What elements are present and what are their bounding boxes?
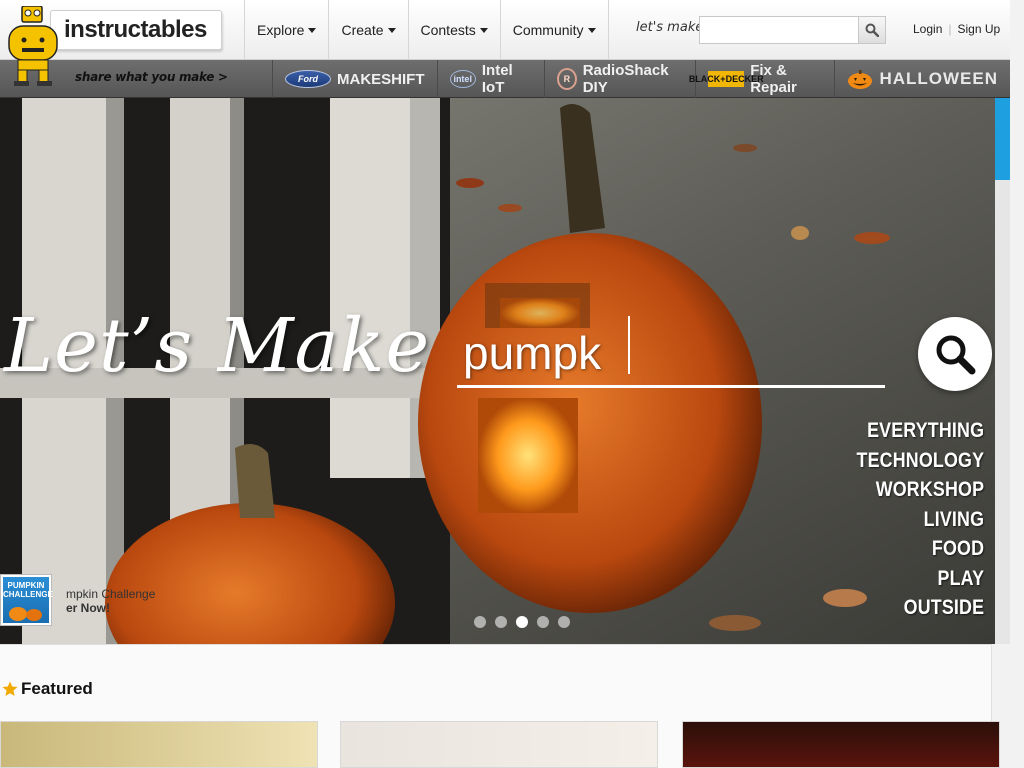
tagline-link[interactable]: share what you make > — [75, 70, 228, 84]
pumpkin-challenge-logo: PUMPKIN CHALLENGE — [3, 577, 53, 623]
channel-halloween[interactable]: HALLOWEEN — [834, 60, 1010, 98]
featured-card[interactable] — [0, 721, 318, 768]
chevron-down-icon — [587, 27, 596, 33]
scrollbar[interactable] — [995, 98, 1010, 644]
scrollbar-thumb[interactable] — [995, 98, 1010, 180]
auth-links: Login | Sign Up — [913, 22, 1000, 36]
channel-label: MAKESHIFT — [337, 70, 425, 88]
intel-logo-icon: intel — [449, 70, 476, 88]
category-food[interactable]: FOOD — [856, 534, 984, 564]
robot-mascot-icon — [8, 6, 58, 86]
carousel-dot[interactable] — [474, 616, 486, 628]
badge-line: PUMPKIN — [7, 581, 45, 590]
hero-banner: Let’s Make EVERYTHING TECHNOLOGY WORKSHO… — [0, 98, 995, 644]
header-search-label: let's make — [636, 20, 704, 35]
channel-intel-iot[interactable]: intel Intel IoT — [436, 60, 544, 98]
nav-create[interactable]: Create — [328, 0, 407, 60]
pumpkin-icon — [848, 70, 873, 89]
page: Explore Create Contests Community let's … — [0, 0, 1024, 768]
channel-makeshift[interactable]: Ford MAKESHIFT — [272, 60, 437, 98]
featured-card[interactable] — [682, 721, 1000, 768]
contest-text-line: er Now! — [66, 601, 111, 615]
star-icon — [2, 681, 18, 696]
header-search-button[interactable] — [858, 16, 886, 44]
channel-label: Intel IoT — [481, 62, 513, 96]
featured-label: Featured — [21, 679, 93, 698]
signup-link[interactable]: Sign Up — [958, 22, 1001, 36]
carousel-dot[interactable] — [495, 616, 507, 628]
main-nav: Explore Create Contests Community — [244, 0, 609, 60]
category-workshop[interactable]: WORKSHOP — [856, 475, 984, 505]
channel-radioshack[interactable]: R RadioShack DIY — [543, 60, 695, 98]
channel-label: HALLOWEEN — [879, 69, 998, 88]
carousel-dot[interactable] — [537, 616, 549, 628]
radioshack-logo-icon: R — [556, 68, 577, 90]
pumpkin-icon — [9, 607, 42, 621]
contest-badge[interactable]: PUMPKIN CHALLENGE — [0, 574, 53, 626]
header-search-input[interactable] — [699, 16, 859, 44]
site-logo[interactable]: instructables share what you make > — [0, 0, 240, 98]
nav-contests-label: Contests — [420, 22, 476, 38]
category-technology[interactable]: TECHNOLOGY — [856, 446, 984, 476]
nav-create-label: Create — [341, 22, 384, 38]
search-icon — [936, 335, 976, 375]
featured-heading: Featured — [2, 679, 93, 699]
chevron-down-icon — [387, 27, 396, 33]
login-link[interactable]: Login — [913, 22, 942, 36]
nav-explore[interactable]: Explore — [244, 0, 328, 60]
auth-separator: | — [948, 22, 952, 36]
chevron-down-icon — [479, 27, 488, 33]
nav-explore-label: Explore — [257, 22, 305, 38]
category-list: EVERYTHING TECHNOLOGY WORKSHOP LIVING FO… — [834, 416, 984, 623]
contest-link[interactable]: mpkin Challenge er Now! — [66, 587, 155, 615]
channel-fix-repair[interactable]: BLACK+DECKER Fix & Repair — [689, 60, 834, 98]
black-decker-logo-icon: BLACK+DECKER — [689, 71, 764, 87]
contest-text-line: mpkin Challenge — [66, 587, 156, 601]
logo-text: instructables — [64, 16, 207, 43]
channel-label: Fix & Repair — [750, 62, 797, 96]
nav-contests[interactable]: Contests — [407, 0, 500, 60]
carousel-dot[interactable] — [516, 616, 528, 628]
text-cursor — [628, 316, 630, 374]
hero-title: Let’s Make — [4, 303, 431, 389]
chevron-down-icon — [308, 27, 317, 33]
carousel-dot[interactable] — [558, 616, 570, 628]
channel-label: RadioShack DIY — [582, 62, 669, 96]
nav-community[interactable]: Community — [499, 0, 609, 60]
nav-community-label: Community — [512, 22, 584, 38]
carousel-dots — [474, 616, 570, 628]
hero-search-input[interactable] — [457, 320, 885, 388]
channel-list: Ford MAKESHIFT intel Intel IoT R RadioSh… — [272, 60, 1010, 98]
hero-search-button[interactable] — [918, 317, 992, 391]
category-outside[interactable]: OUTSIDE — [856, 593, 984, 623]
category-everything[interactable]: EVERYTHING — [856, 416, 984, 446]
category-play[interactable]: PLAY — [856, 564, 984, 594]
ford-logo-icon: Ford — [285, 70, 331, 88]
featured-card[interactable] — [340, 721, 658, 768]
category-living[interactable]: LIVING — [856, 505, 984, 535]
search-icon — [865, 23, 879, 37]
badge-line: CHALLENGE — [3, 590, 53, 599]
